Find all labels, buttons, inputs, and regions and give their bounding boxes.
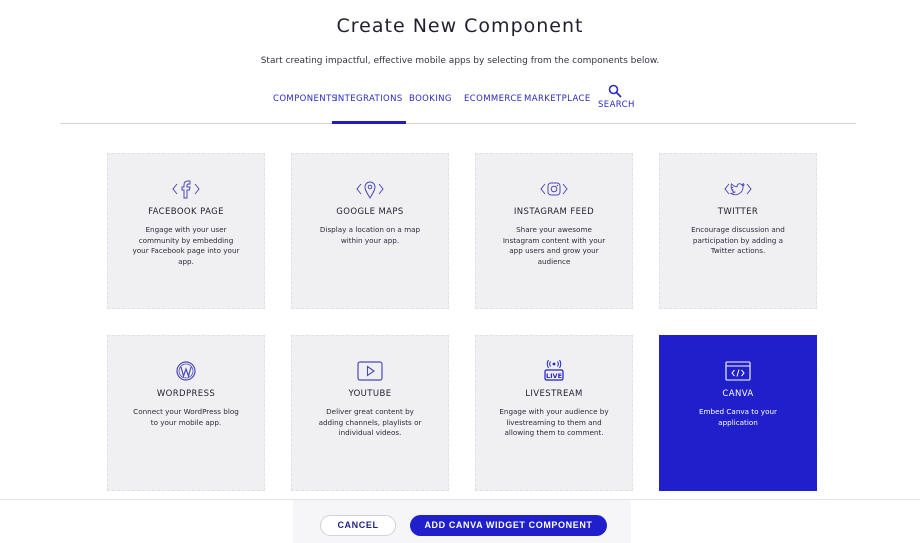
card-description: Connect your WordPress blog to your mobi… xyxy=(133,407,239,427)
tab-marketplace[interactable]: MARKETPLACE xyxy=(524,94,591,104)
card-facebook-page[interactable]: FACEBOOK PAGE Engage with your user comm… xyxy=(107,153,265,309)
tab-booking[interactable]: BOOKING xyxy=(409,94,452,104)
code-window-icon xyxy=(725,361,751,381)
wordpress-icon xyxy=(176,361,196,381)
card-wordpress[interactable]: WORDPRESS Connect your WordPress blog to… xyxy=(107,335,265,491)
page-subtitle: Start creating impactful, effective mobi… xyxy=(260,56,660,66)
tab-integrations[interactable]: INTEGRATIONS xyxy=(332,94,406,124)
card-description: Deliver great content by adding channels… xyxy=(318,407,422,437)
map-pin-icon xyxy=(356,181,384,199)
card-livestream[interactable]: LIVE LIVESTREAM Engage with your audienc… xyxy=(475,335,633,491)
tab-ecommerce[interactable]: ECOMMERCE xyxy=(464,94,522,104)
card-google-maps[interactable]: GOOGLE MAPS Display a location on a map … xyxy=(291,153,449,309)
card-title: YOUTUBE xyxy=(348,389,392,399)
card-title: WORDPRESS xyxy=(156,389,216,399)
card-title: LIVESTREAM xyxy=(525,389,583,399)
card-description: Display a location on a map within your … xyxy=(319,225,421,245)
youtube-icon xyxy=(357,361,383,381)
search-icon xyxy=(608,84,622,98)
category-tabs: COMPONENTS INTEGRATIONS BOOKING ECOMMERC… xyxy=(60,84,856,124)
card-title: FACEBOOK PAGE xyxy=(148,207,224,217)
footer-bar: CANCEL ADD CANVA WIDGET COMPONENT xyxy=(0,499,920,543)
card-twitter[interactable]: TWITTER Encourage discussion and partici… xyxy=(659,153,817,309)
tab-components[interactable]: COMPONENTS xyxy=(273,94,337,104)
livestream-icon: LIVE xyxy=(544,360,564,381)
tab-search[interactable]: SEARCH xyxy=(598,84,635,110)
facebook-icon xyxy=(172,180,200,199)
card-description: Engage with your audience by livestreami… xyxy=(499,407,609,437)
instagram-icon xyxy=(540,182,568,196)
tab-search-label: SEARCH xyxy=(598,100,635,110)
card-canva[interactable]: CANVA Embed Canva to your application xyxy=(659,335,817,491)
twitter-icon xyxy=(724,182,752,196)
card-description: Encourage discussion and participation b… xyxy=(691,225,785,255)
card-title: CANVA xyxy=(722,389,754,399)
page-title: Create New Component xyxy=(336,15,584,37)
card-youtube[interactable]: YOUTUBE Deliver great content by adding … xyxy=(291,335,449,491)
card-description: Engage with your user community by embed… xyxy=(132,225,240,266)
card-title: TWITTER xyxy=(717,207,759,217)
cancel-button[interactable]: CANCEL xyxy=(320,515,396,536)
card-instagram-feed[interactable]: INSTAGRAM FEED Share your awesome Instag… xyxy=(475,153,633,309)
card-description: Embed Canva to your application xyxy=(699,407,777,427)
add-component-button[interactable]: ADD CANVA WIDGET COMPONENT xyxy=(410,515,607,536)
card-description: Share your awesome Instagram content wit… xyxy=(502,225,606,266)
card-title: INSTAGRAM FEED xyxy=(513,207,595,217)
svg-text:LIVE: LIVE xyxy=(546,372,562,380)
card-title: GOOGLE MAPS xyxy=(336,207,404,217)
